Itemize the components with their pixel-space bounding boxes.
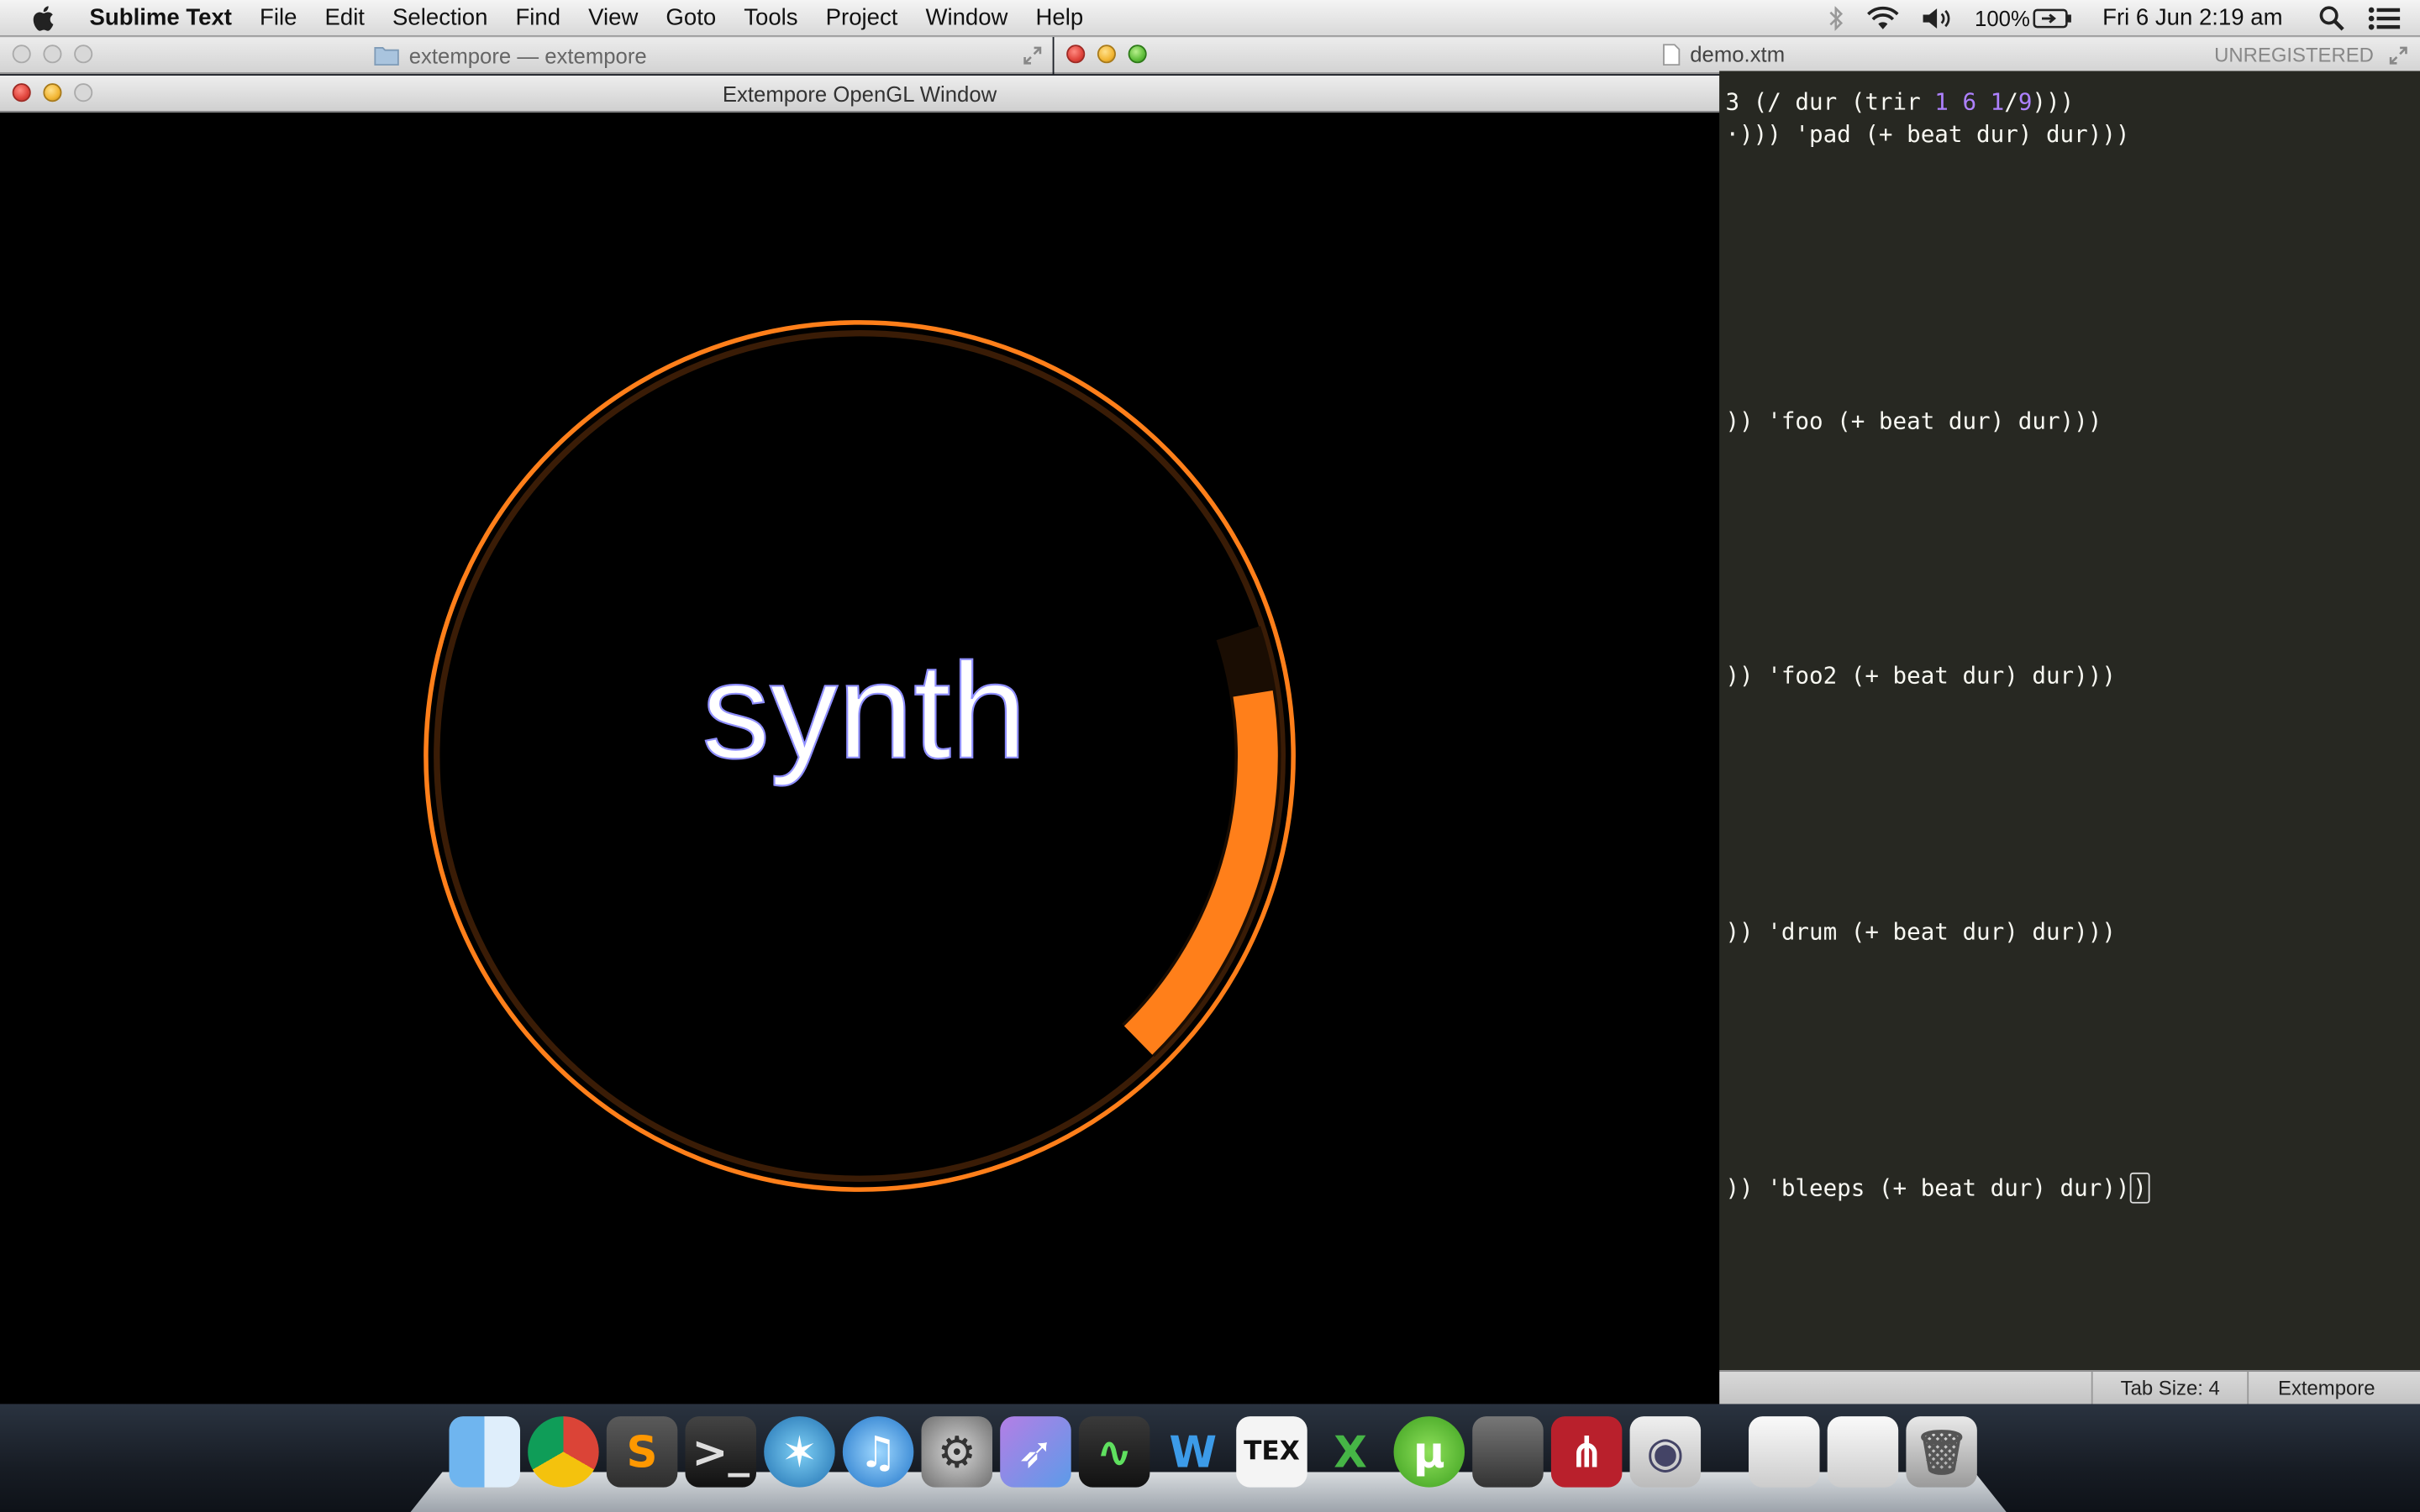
dock-excel-icon[interactable]: X xyxy=(1315,1416,1386,1487)
clock[interactable]: Fri 6 Jun 2:19 am xyxy=(2084,5,2307,31)
battery-percent[interactable]: 100% xyxy=(1964,5,2033,29)
wifi-icon[interactable] xyxy=(1856,5,1912,29)
zoom-button[interactable] xyxy=(74,45,93,64)
dock-chrome-icon[interactable] xyxy=(528,1416,599,1488)
sublime-window-titlebar[interactable]: demo.xtm UNREGISTERED xyxy=(1054,37,2420,75)
status-bar: Tab Size: 4 Extempore xyxy=(1719,1370,2420,1406)
code-line[interactable]: 3 (/ dur (trir 1 6 1/9))) xyxy=(1725,88,2074,116)
syntax-selector[interactable]: Extempore xyxy=(2278,1376,2375,1399)
dock-texshop-icon[interactable]: TEX xyxy=(1236,1416,1307,1488)
code-line[interactable]: )) 'foo (+ beat dur) dur))) xyxy=(1725,407,2102,435)
battery-icon[interactable] xyxy=(2033,7,2084,29)
menu-app-name[interactable]: Sublime Text xyxy=(90,5,246,31)
dock-mendeley-icon[interactable]: ⋔ xyxy=(1550,1416,1623,1488)
opengl-window-title: Extempore OpenGL Window xyxy=(722,81,997,107)
finder-window-title: extempore — extempore xyxy=(408,43,647,68)
dock-console-icon[interactable] xyxy=(1472,1416,1544,1488)
finder-window-titlebar[interactable]: extempore — extempore xyxy=(0,37,1053,75)
dock-documents-stack-icon[interactable] xyxy=(1749,1416,1820,1488)
menu-selection[interactable]: Selection xyxy=(379,5,502,31)
code-line[interactable]: )) 'drum (+ beat dur) dur))) xyxy=(1725,918,2115,946)
code-line[interactable]: )) 'foo2 (+ beat dur) dur))) xyxy=(1725,662,2115,690)
menu-goto[interactable]: Goto xyxy=(652,5,730,31)
dock-downloads-stack-icon[interactable] xyxy=(1827,1416,1899,1488)
zoom-button[interactable] xyxy=(1128,45,1147,64)
dock-terminal-icon[interactable]: >_ xyxy=(685,1416,756,1488)
dock-sublime-text-icon[interactable]: S xyxy=(606,1416,678,1488)
code-editor[interactable]: 3 (/ dur (trir 1 6 1/9))) ·))) 'pad (+ b… xyxy=(1719,71,2420,1371)
opengl-canvas[interactable]: synth xyxy=(0,113,1720,1404)
synth-label: synth xyxy=(702,636,1026,787)
opengl-window-titlebar[interactable]: Extempore OpenGL Window xyxy=(0,76,1720,113)
text-cursor: ) xyxy=(2129,1172,2150,1204)
close-button[interactable] xyxy=(1066,45,1086,64)
menu-view[interactable]: View xyxy=(575,5,652,31)
code-line[interactable]: )) 'bleeps (+ beat dur) dur))) xyxy=(1725,1172,2150,1204)
menu-project[interactable]: Project xyxy=(812,5,912,31)
tab-size-selector[interactable]: Tab Size: 4 xyxy=(2121,1376,2220,1399)
dock-trash-icon[interactable]: 🗑 xyxy=(1906,1416,1977,1488)
menu-help[interactable]: Help xyxy=(1022,5,1097,31)
code-line[interactable]: ·))) 'pad (+ beat dur) dur))) xyxy=(1725,120,2129,148)
folder-icon xyxy=(374,47,399,66)
dock-system-preferences-icon[interactable]: ⚙ xyxy=(921,1416,993,1488)
fullscreen-icon[interactable] xyxy=(1022,45,1044,66)
apple-icon xyxy=(33,5,54,30)
minimize-button[interactable] xyxy=(1097,45,1116,64)
license-status: UNREGISTERED xyxy=(2214,43,2374,66)
sublime-tab-title[interactable]: demo.xtm xyxy=(1690,42,1785,66)
dock-itunes-icon[interactable]: ♫ xyxy=(842,1416,914,1488)
notification-center-icon[interactable] xyxy=(2357,5,2420,29)
fullscreen-icon[interactable] xyxy=(2387,45,2409,66)
menu-window[interactable]: Window xyxy=(912,5,1022,31)
menu-tools[interactable]: Tools xyxy=(730,5,812,31)
apple-menu[interactable] xyxy=(0,4,90,32)
spotlight-search-icon[interactable] xyxy=(2307,4,2357,32)
dock-word-icon[interactable]: W xyxy=(1158,1416,1228,1487)
dock-activity-monitor-icon[interactable]: ∿ xyxy=(1078,1416,1150,1488)
dock-finder-icon[interactable] xyxy=(449,1416,520,1488)
dock-utorrent-icon[interactable]: µ xyxy=(1393,1416,1465,1488)
bluetooth-icon[interactable] xyxy=(1819,5,1856,30)
menu-find[interactable]: Find xyxy=(502,5,575,31)
document-icon xyxy=(1663,43,1681,66)
menu-edit[interactable]: Edit xyxy=(311,5,379,31)
menu-bar: Sublime Text File Edit Selection Find Vi… xyxy=(0,0,2420,38)
close-button[interactable] xyxy=(12,45,31,64)
minimize-button[interactable] xyxy=(43,45,62,64)
dock-app-launcher-icon[interactable]: ➶ xyxy=(1000,1416,1071,1488)
volume-icon[interactable] xyxy=(1912,5,1964,29)
menu-file[interactable]: File xyxy=(246,5,311,31)
dock-preview-icon[interactable]: ◉ xyxy=(1629,1416,1702,1488)
dock-sourcetree-icon[interactable]: ✶ xyxy=(764,1416,835,1488)
